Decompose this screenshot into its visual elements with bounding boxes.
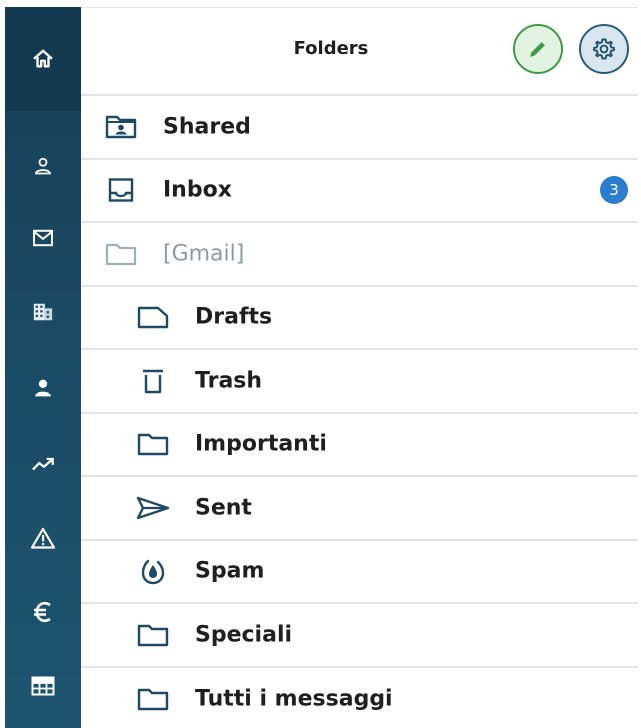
nav-mail-button[interactable] xyxy=(5,213,81,263)
folder-label: Importanti xyxy=(195,431,327,457)
folder-row-drafts[interactable]: Drafts xyxy=(81,287,638,350)
folder-icon xyxy=(135,617,171,653)
table-icon xyxy=(31,676,55,696)
nav-table-button[interactable] xyxy=(5,661,81,711)
euro-icon xyxy=(34,601,51,623)
nav-rail xyxy=(5,7,81,728)
settings-button[interactable] xyxy=(579,24,629,74)
trending-up-icon xyxy=(32,457,54,471)
folder-row-spam[interactable]: Spam xyxy=(81,541,638,604)
pencil-icon xyxy=(530,42,545,57)
send-icon xyxy=(135,490,171,526)
edit-button[interactable] xyxy=(513,24,563,74)
spam-icon xyxy=(135,553,171,589)
gear-icon xyxy=(593,38,615,60)
folder-label: Spam xyxy=(195,558,265,584)
home-icon xyxy=(33,49,53,68)
folder-icon xyxy=(135,681,171,717)
folder-label: Trash xyxy=(195,368,263,394)
nav-alerts-button[interactable] xyxy=(5,513,81,563)
home-button[interactable] xyxy=(5,7,81,111)
folder-label: Speciali xyxy=(195,622,293,648)
unread-count-badge: 3 xyxy=(600,176,628,205)
person-icon xyxy=(35,379,51,397)
folder-row-speciali[interactable]: Speciali xyxy=(81,604,638,668)
mail-app: Folders Shared Inbox 3 [Gmail] Drafts Tr… xyxy=(0,0,641,728)
nav-person-button[interactable] xyxy=(5,363,81,413)
page-title: Folders xyxy=(293,38,369,59)
mail-icon xyxy=(33,229,53,247)
trash-icon xyxy=(135,363,171,399)
folder-label: Inbox xyxy=(163,177,232,203)
folders-panel: Folders Shared Inbox 3 [Gmail] Drafts Tr… xyxy=(81,7,638,728)
folders-header: Folders xyxy=(81,7,638,96)
folder-row-gmail[interactable]: [Gmail] xyxy=(81,223,638,287)
folder-label: Drafts xyxy=(195,304,273,330)
folder-row-trash[interactable]: Trash xyxy=(81,350,638,414)
inbox-icon xyxy=(103,172,139,208)
folder-row-tutti-i-messaggi[interactable]: Tutti i messaggi xyxy=(81,668,638,728)
folder-row-importanti[interactable]: Importanti xyxy=(81,414,638,477)
nav-finance-button[interactable] xyxy=(5,587,81,637)
folder-label: [Gmail] xyxy=(163,241,245,267)
folder-label: Tutti i messaggi xyxy=(195,686,393,712)
folder-label: Sent xyxy=(195,495,252,521)
folder-list: Shared Inbox 3 [Gmail] Drafts Trash Impo… xyxy=(81,96,638,728)
user-icon xyxy=(35,157,51,175)
folder-label: Shared xyxy=(163,114,251,140)
folder-icon xyxy=(103,236,139,272)
building-icon xyxy=(33,303,53,321)
folder-row-inbox[interactable]: Inbox 3 xyxy=(81,160,638,223)
folder-row-sent[interactable]: Sent xyxy=(81,477,638,541)
warning-icon xyxy=(31,527,55,549)
folder-icon xyxy=(135,426,171,462)
nav-stats-button[interactable] xyxy=(5,439,81,489)
shared-folder-icon xyxy=(103,109,139,145)
nav-contacts-button[interactable] xyxy=(5,141,81,191)
folder-row-shared[interactable]: Shared xyxy=(81,96,638,160)
nav-companies-button[interactable] xyxy=(5,287,81,337)
drafts-icon xyxy=(135,299,171,335)
